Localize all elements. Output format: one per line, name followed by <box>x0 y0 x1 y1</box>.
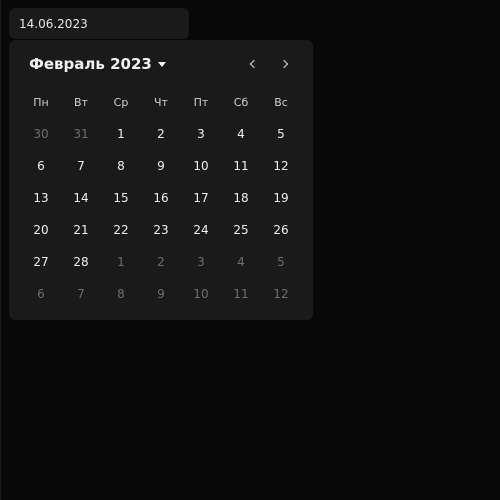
calendar-header: Февраль 2023 <box>29 52 293 76</box>
calendar-grid: Пн Вт Ср Чт Пт Сб Вс 30 31 1 2 3 4 5 6 7 8 9 10 11 12… <box>21 86 301 310</box>
calendar-day-outside-month[interactable]: 31 <box>61 118 101 150</box>
chevron-right-icon <box>279 59 289 69</box>
calendar-day[interactable]: 10 <box>181 150 221 182</box>
calendar-day[interactable]: 15 <box>101 182 141 214</box>
calendar-day[interactable]: 9 <box>141 150 181 182</box>
chevron-left-icon <box>249 59 259 69</box>
calendar-day[interactable]: 1 <box>101 118 141 150</box>
calendar-day[interactable]: 14 <box>61 182 101 214</box>
calendar-day[interactable]: 16 <box>141 182 181 214</box>
weekday-label: Чт <box>154 95 168 109</box>
calendar-day[interactable]: 20 <box>21 214 61 246</box>
calendar-day[interactable]: 17 <box>181 182 221 214</box>
calendar-day-outside-month[interactable]: 5 <box>261 246 301 278</box>
calendar-day-outside-month[interactable]: 8 <box>101 278 141 310</box>
month-year-select[interactable]: Февраль 2023 <box>29 52 166 76</box>
calendar-week-row: 6 7 8 9 10 11 12 <box>21 278 301 310</box>
weekday-label: Пн <box>33 95 49 109</box>
calendar-day-outside-month[interactable]: 12 <box>261 278 301 310</box>
next-month-button[interactable] <box>273 52 297 76</box>
calendar-day[interactable]: 5 <box>261 118 301 150</box>
calendar-day[interactable]: 28 <box>61 246 101 278</box>
calendar-day[interactable]: 11 <box>221 150 261 182</box>
weekday-header-row: Пн Вт Ср Чт Пт Сб Вс <box>21 86 301 118</box>
caret-down-icon <box>157 62 166 67</box>
calendar-day[interactable]: 18 <box>221 182 261 214</box>
calendar-week-row: 13 14 15 16 17 18 19 <box>21 182 301 214</box>
calendar-week-row: 30 31 1 2 3 4 5 <box>21 118 301 150</box>
calendar-day[interactable]: 6 <box>21 150 61 182</box>
calendar-day-outside-month[interactable]: 6 <box>21 278 61 310</box>
weekday-label: Ср <box>113 95 129 109</box>
calendar-day[interactable]: 19 <box>261 182 301 214</box>
calendar-week-row: 6 7 8 9 10 11 12 <box>21 150 301 182</box>
window-edge <box>0 0 1 500</box>
date-input-value: 14.06.2023 <box>19 16 88 31</box>
calendar-day-outside-month[interactable]: 11 <box>221 278 261 310</box>
calendar-day-outside-month[interactable]: 7 <box>61 278 101 310</box>
calendar-day-outside-month[interactable]: 9 <box>141 278 181 310</box>
calendar-day[interactable]: 23 <box>141 214 181 246</box>
calendar-day[interactable]: 13 <box>21 182 61 214</box>
calendar-popup: Февраль 2023 Пн Вт Ср Чт Пт Сб Вс 30 31 1 2… <box>9 40 313 320</box>
calendar-day[interactable]: 2 <box>141 118 181 150</box>
date-input[interactable]: 14.06.2023 <box>9 8 189 39</box>
calendar-day[interactable]: 26 <box>261 214 301 246</box>
calendar-day[interactable]: 4 <box>221 118 261 150</box>
calendar-week-row: 27 28 1 2 3 4 5 <box>21 246 301 278</box>
calendar-day-outside-month[interactable]: 4 <box>221 246 261 278</box>
weekday-label: Сб <box>233 95 249 109</box>
calendar-day-outside-month[interactable]: 1 <box>101 246 141 278</box>
calendar-weeks: 30 31 1 2 3 4 5 6 7 8 9 10 11 12 13 14 15 16 17 18 19 20 21 22 2… <box>21 118 301 310</box>
calendar-day-outside-month[interactable]: 3 <box>181 246 221 278</box>
weekday-label: Вс <box>274 95 288 109</box>
calendar-day-outside-month[interactable]: 10 <box>181 278 221 310</box>
calendar-day[interactable]: 7 <box>61 150 101 182</box>
calendar-day[interactable]: 27 <box>21 246 61 278</box>
weekday-label: Вт <box>74 95 88 109</box>
calendar-day-outside-month[interactable]: 2 <box>141 246 181 278</box>
month-year-label: Февраль 2023 <box>29 55 152 73</box>
calendar-day[interactable]: 21 <box>61 214 101 246</box>
calendar-day[interactable]: 8 <box>101 150 141 182</box>
calendar-day[interactable]: 3 <box>181 118 221 150</box>
weekday-label: Пт <box>193 95 209 109</box>
calendar-day[interactable]: 25 <box>221 214 261 246</box>
prev-month-button[interactable] <box>241 52 265 76</box>
calendar-day[interactable]: 24 <box>181 214 221 246</box>
calendar-week-row: 20 21 22 23 24 25 26 <box>21 214 301 246</box>
calendar-day[interactable]: 12 <box>261 150 301 182</box>
calendar-day[interactable]: 22 <box>101 214 141 246</box>
calendar-day-outside-month[interactable]: 30 <box>21 118 61 150</box>
